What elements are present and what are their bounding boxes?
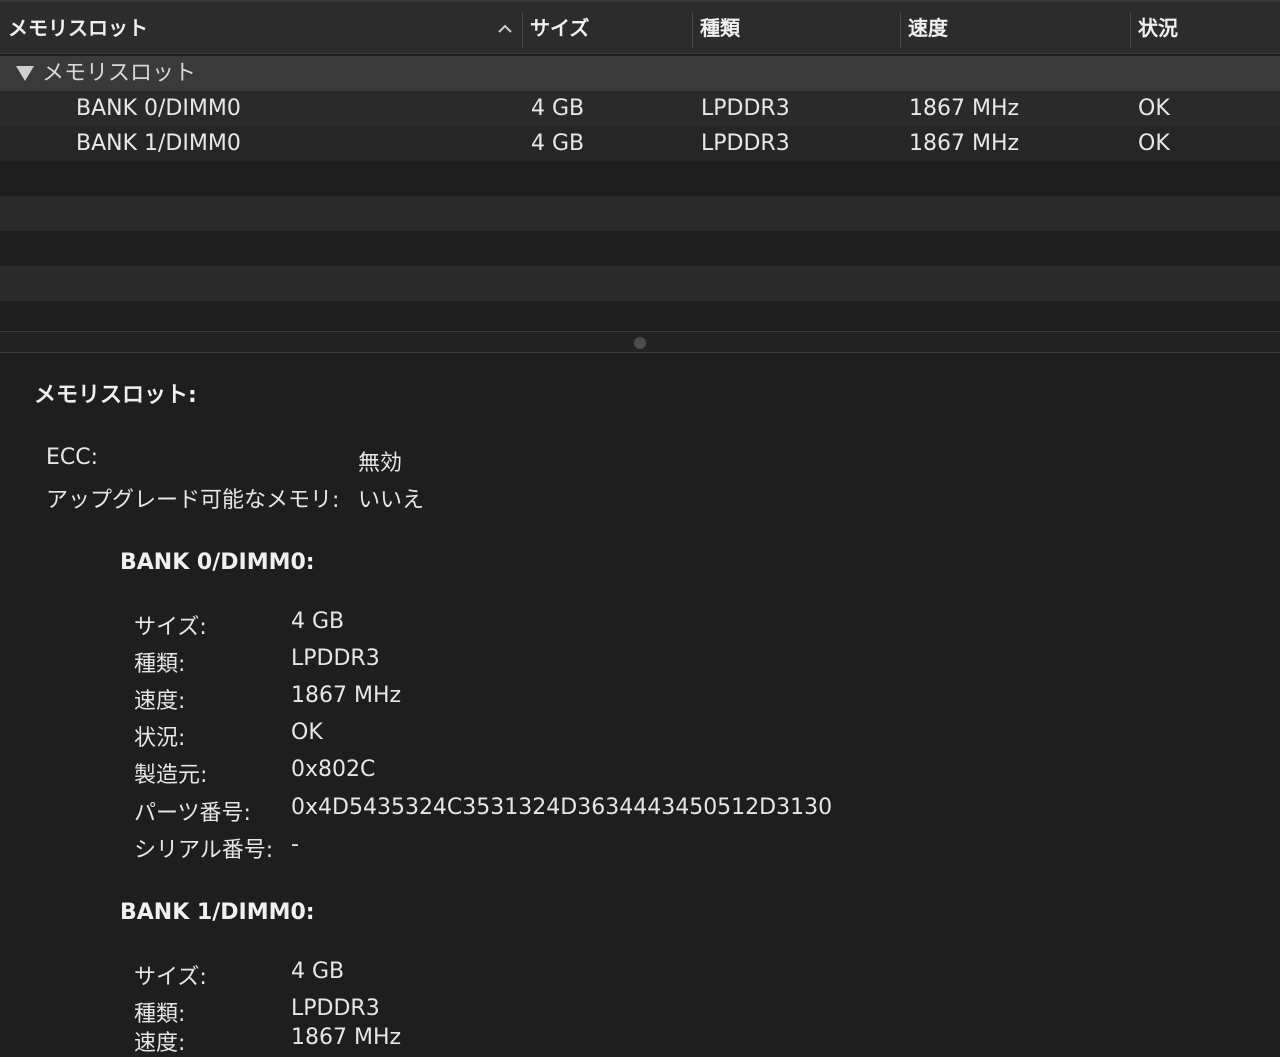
table-row[interactable]: BANK 0/DIMM0 4 GB LPDDR3 1867 MHz OK bbox=[0, 91, 1280, 126]
table-row[interactable]: BANK 1/DIMM0 4 GB LPDDR3 1867 MHz OK bbox=[0, 126, 1280, 161]
field-value: 4 GB bbox=[291, 609, 345, 634]
detail-value-ecc: 無効 bbox=[358, 451, 403, 476]
table-header: メモリスロット サイズ 種類 速度 状況 bbox=[0, 0, 1280, 54]
cell-type: LPDDR3 bbox=[701, 96, 790, 121]
empty-row bbox=[0, 161, 1280, 196]
group-row-memory-slot[interactable]: メモリスロット bbox=[0, 56, 1280, 91]
field-value: 0x802C bbox=[291, 757, 376, 782]
field-label: サイズ: bbox=[134, 965, 207, 990]
cell-status: OK bbox=[1138, 131, 1170, 156]
cell-name: BANK 0/DIMM0 bbox=[76, 96, 241, 121]
splitter-handle-icon[interactable] bbox=[634, 337, 646, 349]
field-label: パーツ番号: bbox=[134, 801, 251, 826]
cell-size: 4 GB bbox=[531, 131, 585, 156]
sort-ascending-icon[interactable] bbox=[494, 18, 516, 40]
column-header-speed[interactable]: 速度 bbox=[900, 2, 1130, 54]
memory-slot-table: メモリスロット サイズ 種類 速度 状況 メモリスロット BANK 0/DIMM… bbox=[0, 0, 1280, 332]
cell-status: OK bbox=[1138, 96, 1170, 121]
empty-row bbox=[0, 231, 1280, 266]
detail-value-upgradeable: いいえ bbox=[358, 488, 425, 513]
cell-speed: 1867 MHz bbox=[909, 131, 1020, 156]
cell-speed: 1867 MHz bbox=[909, 96, 1020, 121]
field-label: 速度: bbox=[134, 1031, 186, 1056]
field-label: サイズ: bbox=[134, 615, 207, 640]
group-label: メモリスロット bbox=[42, 61, 197, 86]
cell-type: LPDDR3 bbox=[701, 131, 790, 156]
detail-label-ecc: ECC: bbox=[46, 445, 99, 470]
empty-row bbox=[0, 301, 1280, 331]
column-header-type[interactable]: 種類 bbox=[692, 2, 900, 54]
cell-size: 4 GB bbox=[531, 96, 585, 121]
field-value: 1867 MHz bbox=[291, 1025, 402, 1050]
empty-row bbox=[0, 266, 1280, 301]
field-label: シリアル番号: bbox=[134, 838, 274, 863]
field-value: LPDDR3 bbox=[291, 996, 380, 1021]
detail-label-upgradeable: アップグレード可能なメモリ: bbox=[46, 488, 340, 513]
field-label: 種類: bbox=[134, 652, 186, 677]
column-header-status[interactable]: 状況 bbox=[1130, 2, 1280, 54]
detail-title: メモリスロット: bbox=[34, 383, 197, 408]
split-view-divider[interactable] bbox=[0, 331, 1280, 353]
field-label: 種類: bbox=[134, 1002, 186, 1027]
field-value: 1867 MHz bbox=[291, 683, 402, 708]
field-label: 速度: bbox=[134, 689, 186, 714]
field-value: OK bbox=[291, 720, 323, 745]
empty-row bbox=[0, 196, 1280, 231]
bank-title: BANK 1/DIMM0: bbox=[120, 900, 315, 925]
field-value: LPDDR3 bbox=[291, 646, 380, 671]
field-value: - bbox=[291, 832, 299, 857]
field-value: 4 GB bbox=[291, 959, 345, 984]
field-label: 状況: bbox=[134, 726, 186, 751]
column-header-size[interactable]: サイズ bbox=[522, 2, 692, 54]
detail-pane: メモリスロット: ECC: 無効 アップグレード可能なメモリ: いいえ BANK… bbox=[0, 353, 1280, 1056]
bank-title: BANK 0/DIMM0: bbox=[120, 550, 315, 575]
disclosure-triangle-icon[interactable] bbox=[16, 66, 34, 81]
field-label: 製造元: bbox=[134, 763, 208, 788]
column-header-memory-slot[interactable]: メモリスロット bbox=[0, 2, 522, 54]
cell-name: BANK 1/DIMM0 bbox=[76, 131, 241, 156]
field-value: 0x4D5435324C3531324D3634443450512D3130 bbox=[291, 795, 833, 820]
